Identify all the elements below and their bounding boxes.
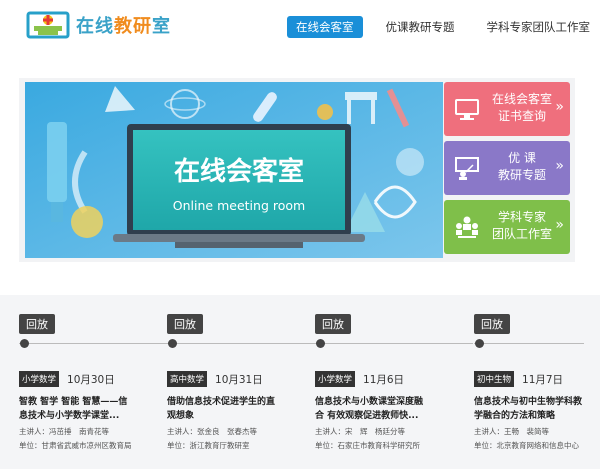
event-title[interactable]: 信息技术与小数课堂深度融 合 有效观察促进教师快... — [315, 395, 445, 423]
team-icon — [456, 216, 478, 238]
event-speaker: 主讲人：王畅 裴简等 — [474, 427, 549, 436]
timeline-line — [315, 343, 473, 344]
event-card: 回放 高中数学 10月31日 借助信息技术促进学生的直 观想象 主讲人：张金良 … — [167, 313, 315, 450]
course-topics-label: 优 课 教研专题 — [497, 151, 546, 182]
event-unit: 单位：甘肃省武威市凉州区教育局 — [19, 441, 132, 450]
event-card: 回放 小学数学 11月6日 信息技术与小数课堂深度融 合 有效观察促进教师快..… — [315, 313, 473, 450]
timeline-line — [474, 343, 584, 344]
timeline-line — [167, 343, 315, 344]
event-unit: 单位：北京教育网络和信息中心 — [474, 441, 579, 450]
replay-button[interactable]: 回放 — [474, 314, 510, 334]
event-speaker: 主讲人：宋 辉 杨廷分等 — [315, 427, 405, 436]
expert-studio-button[interactable]: 学科专家 团队工作室 » — [444, 200, 570, 254]
chevron-right-icon: » — [555, 99, 564, 115]
event-date: 10月31日 — [215, 373, 263, 386]
site-header: 在线教研室 在线会客室 优课教研专题 学科专家团队工作室 — [0, 0, 600, 52]
teacher-icon — [455, 157, 479, 180]
event-date: 10月30日 — [67, 373, 115, 386]
event-meta: 小学数学 10月30日 — [19, 371, 115, 387]
expert-studio-label: 学科专家 团队工作室 — [491, 210, 552, 241]
banner-subtitle: Online meeting room — [173, 198, 305, 213]
logo-icon — [26, 9, 70, 41]
banner-area: 在线会客室 Online meeting room 在线会客室 证书查询 » 优… — [19, 78, 575, 262]
event-card: 回放 小学数学 10月30日 智教 智学 智能 智慧——信 息技术与小学数学课堂… — [19, 313, 167, 450]
event-title[interactable]: 智教 智学 智能 智慧——信 息技术与小学数学课堂... — [19, 395, 149, 423]
event-unit: 单位：浙江教育厅教研室 — [167, 441, 250, 450]
timeline-dot — [168, 339, 177, 348]
logo-text-part3: 室 — [152, 16, 171, 37]
site-logo[interactable]: 在线教研室 — [26, 9, 171, 41]
certificate-query-button[interactable]: 在线会客室 证书查询 » — [444, 82, 570, 136]
event-date: 11月6日 — [363, 373, 405, 386]
event-speaker: 主讲人：张金良 张春杰等 — [167, 427, 257, 436]
subject-tag: 小学数学 — [315, 371, 356, 387]
event-title[interactable]: 借助信息技术促进学生的直 观想象 — [167, 395, 297, 423]
logo-text-part2: 教研 — [114, 16, 152, 37]
nav-item-expert-studio[interactable]: 学科专家团队工作室 — [478, 16, 600, 38]
replay-button[interactable]: 回放 — [167, 314, 203, 334]
nav-item-meeting-room[interactable]: 在线会客室 — [287, 16, 363, 38]
chevron-right-icon: » — [555, 158, 564, 174]
event-card: 回放 初中生物 11月7日 信息技术与初中生物学科教 学融合的方法和策略 主讲人… — [474, 313, 600, 450]
event-meta: 小学数学 11月6日 — [315, 371, 404, 387]
subject-tag: 高中数学 — [167, 371, 208, 387]
replay-button[interactable]: 回放 — [315, 314, 351, 334]
timeline-line — [19, 343, 167, 344]
event-date: 11月7日 — [522, 373, 564, 386]
event-meta: 初中生物 11月7日 — [474, 371, 563, 387]
nav-item-course-topics[interactable]: 优课教研专题 — [377, 16, 464, 38]
event-unit: 单位：石家庄市教育科学研究所 — [315, 441, 420, 450]
certificate-query-label: 在线会客室 证书查询 — [491, 92, 552, 123]
subject-tag: 初中生物 — [474, 371, 515, 387]
event-speaker: 主讲人：冯茁捶 南青花等 — [19, 427, 109, 436]
banner-title: 在线会客室 — [174, 156, 304, 187]
course-topics-button[interactable]: 优 课 教研专题 » — [444, 141, 570, 195]
timeline-dot — [20, 339, 29, 348]
replay-button[interactable]: 回放 — [19, 314, 55, 334]
subject-tag: 小学数学 — [19, 371, 60, 387]
banner-image[interactable]: 在线会客室 Online meeting room — [25, 82, 443, 258]
event-meta: 高中数学 10月31日 — [167, 371, 263, 387]
main-nav: 在线会客室 优课教研专题 学科专家团队工作室 — [287, 16, 600, 38]
timeline-dot — [316, 339, 325, 348]
chevron-right-icon: » — [555, 217, 564, 233]
event-title[interactable]: 信息技术与初中生物学科教 学融合的方法和策略 — [474, 395, 592, 423]
logo-text-part1: 在线 — [76, 16, 114, 37]
logo-text: 在线教研室 — [76, 12, 171, 38]
monitor-icon — [455, 99, 479, 120]
timeline-dot — [475, 339, 484, 348]
